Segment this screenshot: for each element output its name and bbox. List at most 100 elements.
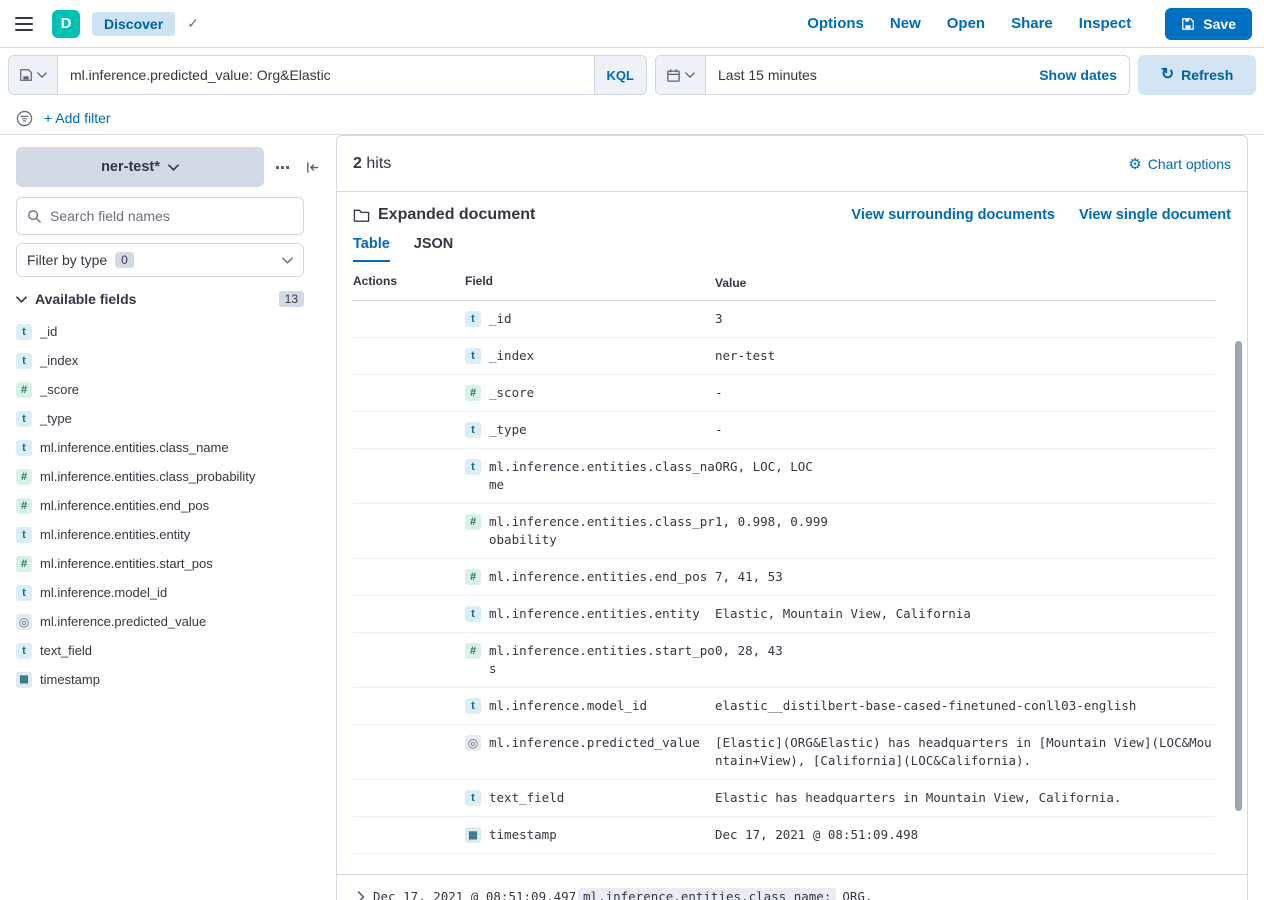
doc-row-field-name: ml.inference.entities.entity xyxy=(489,605,715,623)
doc-row-value: 3 xyxy=(715,310,1215,328)
tab-table[interactable]: Table xyxy=(353,236,390,262)
refresh-button[interactable]: ↻ Refresh xyxy=(1138,55,1256,95)
view-single-document-link[interactable]: View single document xyxy=(1079,207,1231,223)
search-icon xyxy=(27,209,42,224)
doc-row-field-name: text_field xyxy=(489,789,715,807)
vertical-scrollbar[interactable] xyxy=(1235,341,1242,811)
field-list-item[interactable]: ◎ ml.inference.predicted_value xyxy=(16,607,304,636)
chevron-down-icon xyxy=(37,72,47,78)
index-pattern-switcher[interactable]: ner-test* xyxy=(16,147,264,187)
doc-row-field-cell: # ml.inference.entities.start_pos xyxy=(465,642,715,678)
field-type-icon: # xyxy=(16,556,32,572)
doc-row-value: 1, 0.998, 0.999 xyxy=(715,513,1215,549)
field-list-item[interactable]: # _score xyxy=(16,375,304,404)
doc-row-field-cell: ◎ ml.inference.predicted_value xyxy=(465,734,715,770)
doc-row-value: [Elastic](ORG&Elastic) has headquarters … xyxy=(715,734,1215,770)
filter-by-type-select[interactable]: Filter by type 0 xyxy=(16,243,304,277)
nav-link-new[interactable]: New xyxy=(890,15,921,32)
field-list-item[interactable]: t _type xyxy=(16,404,304,433)
col-header-actions: Actions xyxy=(353,274,465,292)
hits-number: 2 xyxy=(353,155,362,172)
field-name: ml.inference.entities.class_probability xyxy=(40,469,255,484)
doc-row-field-cell: ▦ timestamp xyxy=(465,826,715,844)
nav-link-open[interactable]: Open xyxy=(947,15,985,32)
field-list-item[interactable]: # ml.inference.entities.start_pos xyxy=(16,549,304,578)
doc-row-actions xyxy=(353,642,465,678)
field-type-icon: ◎ xyxy=(16,614,32,630)
hamburger-icon xyxy=(15,17,33,31)
time-range-value[interactable]: Last 15 minutes xyxy=(706,56,1027,94)
doc-row-field-name: ml.inference.model_id xyxy=(489,697,715,715)
field-type-icon: t xyxy=(16,324,32,340)
doc-row-field-name: ml.inference.entities.class_name xyxy=(489,458,715,494)
doc-row-field-cell: t ml.inference.model_id xyxy=(465,697,715,715)
saved-query-menu-button[interactable] xyxy=(9,56,58,94)
field-type-icon: t xyxy=(16,411,32,427)
field-settings-button[interactable] xyxy=(270,155,294,179)
refresh-icon: ↻ xyxy=(1161,67,1174,83)
show-dates-button[interactable]: Show dates xyxy=(1027,56,1129,94)
nav-link-options[interactable]: Options xyxy=(807,15,864,32)
query-language-button[interactable]: KQL xyxy=(594,56,646,94)
field-type-icon: t xyxy=(465,698,481,714)
query-input[interactable] xyxy=(58,56,594,94)
doc-row-field-name: ml.inference.entities.start_pos xyxy=(489,642,715,678)
filter-options-button[interactable] xyxy=(12,106,36,130)
doc-row-actions xyxy=(353,605,465,623)
doc-row-value: elastic__distilbert-base-cased-finetuned… xyxy=(715,697,1215,715)
doc-row-field-cell: t _index xyxy=(465,347,715,365)
doc-row-field-name: _index xyxy=(489,347,715,365)
doc-row-field-name: ml.inference.entities.end_pos xyxy=(489,568,715,586)
field-list-item[interactable]: t text_field xyxy=(16,636,304,665)
field-list-item[interactable]: t _id xyxy=(16,317,304,346)
field-list-item[interactable]: # ml.inference.entities.end_pos xyxy=(16,491,304,520)
nav-link-share[interactable]: Share xyxy=(1011,15,1053,32)
tab-json[interactable]: JSON xyxy=(414,236,454,262)
doc-row-field-cell: t ml.inference.entities.entity xyxy=(465,605,715,623)
doc-summary-field: ml.inference.entities.class_name:ORG, LO… xyxy=(578,889,872,900)
view-surrounding-documents-link[interactable]: View surrounding documents xyxy=(851,207,1055,223)
field-name: _id xyxy=(40,324,57,339)
doc-table-row: t _index ner-test xyxy=(353,338,1215,375)
chart-options-label: Chart options xyxy=(1148,156,1231,172)
field-list-item[interactable]: ▦ timestamp xyxy=(16,665,304,694)
field-list-item[interactable]: t _index xyxy=(16,346,304,375)
hits-header: 2 hits ⚙ Chart options xyxy=(337,136,1247,192)
boxes-icon xyxy=(275,160,290,175)
field-list-item[interactable]: t ml.inference.entities.class_name xyxy=(16,433,304,462)
field-name: timestamp xyxy=(40,672,100,687)
date-picker-menu-button[interactable] xyxy=(656,56,706,94)
breadcrumb-discover[interactable]: Discover xyxy=(92,12,175,36)
add-filter-button[interactable]: + Add filter xyxy=(44,110,111,126)
doc-summary: ml.inference.entities.class_name:ORG, LO… xyxy=(578,885,1231,900)
space-avatar[interactable]: D xyxy=(52,10,80,38)
nav-link-inspect[interactable]: Inspect xyxy=(1079,15,1132,32)
doc-row-field-name: ml.inference.entities.class_probability xyxy=(489,513,715,549)
field-name: ml.inference.model_id xyxy=(40,585,167,600)
doc-table-row: t text_field Elastic has headquarters in… xyxy=(353,780,1215,817)
doc-row-value: 0, 28, 43 xyxy=(715,642,1215,678)
field-list-item[interactable]: t ml.inference.entities.entity xyxy=(16,520,304,549)
save-button[interactable]: Save xyxy=(1165,8,1252,40)
doc-row-actions xyxy=(353,513,465,549)
available-fields-header[interactable]: Available fields 13 xyxy=(16,291,304,307)
collapse-sidebar-button[interactable] xyxy=(300,155,324,179)
field-list-item[interactable]: # ml.inference.entities.class_probabilit… xyxy=(16,462,304,491)
doc-table-row: ◎ ml.inference.predicted_value [Elastic]… xyxy=(353,725,1215,780)
expand-document-button[interactable] xyxy=(349,885,373,900)
field-type-icon: t xyxy=(16,585,32,601)
field-type-icon: t xyxy=(465,606,481,622)
chevron-down-icon xyxy=(16,296,27,303)
doc-table: Actions Field Value t _id 3 t _index ner… xyxy=(337,262,1247,854)
hamburger-menu-button[interactable] xyxy=(8,8,40,40)
available-fields-count: 13 xyxy=(279,291,304,307)
field-search-input[interactable] xyxy=(50,208,293,224)
content: ner-test* xyxy=(0,135,1264,900)
field-type-icon: # xyxy=(16,382,32,398)
field-type-icon: t xyxy=(16,440,32,456)
doc-row-value: 7, 41, 53 xyxy=(715,568,1215,586)
chart-options-button[interactable]: ⚙ Chart options xyxy=(1128,155,1231,173)
field-list-item[interactable]: t ml.inference.model_id xyxy=(16,578,304,607)
field-name: _type xyxy=(40,411,72,426)
doc-row-actions xyxy=(353,568,465,586)
